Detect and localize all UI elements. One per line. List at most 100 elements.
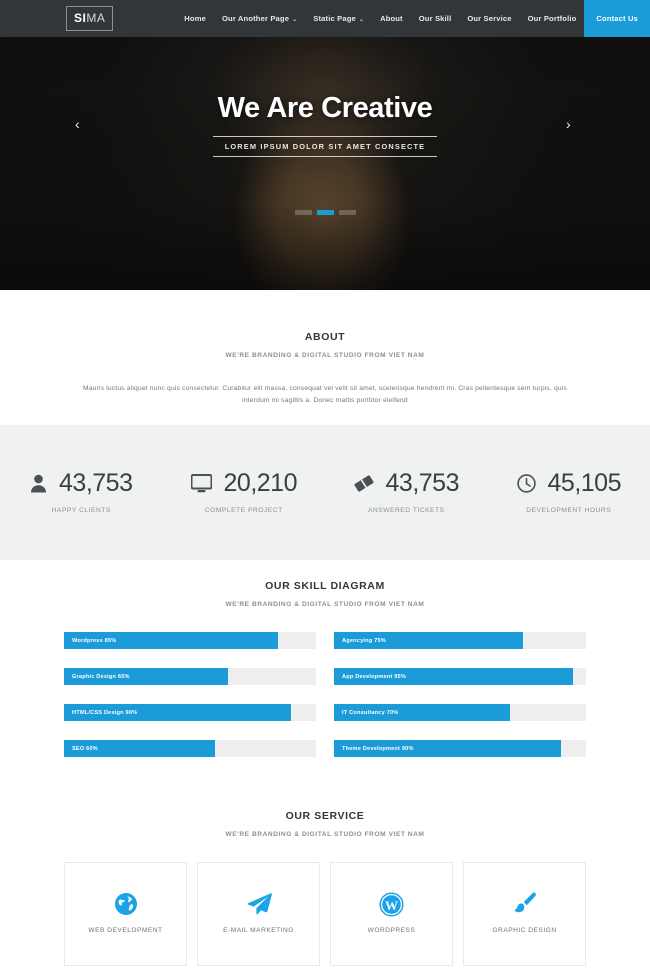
service-card-wordpress[interactable]: W WORDPRESS [330, 862, 453, 966]
skill-bar-fill: SEO 60% [64, 740, 216, 757]
slider-dot[interactable] [294, 210, 312, 215]
nav-item-about[interactable]: About [372, 0, 411, 37]
skill-bar-fill: Graphic Design 65% [64, 668, 228, 685]
about-paragraph: Mauris luctus aliquet nunc quis consecte… [83, 385, 567, 405]
hero-subtitle-wrap: LOREM IPSUM DOLOR SIT AMET CONSECTE [0, 136, 650, 157]
page-root: We Are Creative LOREM IPSUM DOLOR SIT AM… [0, 0, 650, 976]
svg-text:W: W [385, 898, 398, 913]
counter-row: 20,210 [190, 469, 298, 497]
wordpress-icon: W [379, 891, 404, 917]
nav-item-contact-us[interactable]: Contact Us [584, 0, 650, 37]
counter-row: 45,105 [516, 469, 622, 497]
chevron-down-icon: ⌄ [358, 17, 365, 23]
slider-prev-arrow-icon[interactable]: ‹ [75, 117, 80, 131]
skill-bar: Theme Development 90% [334, 740, 586, 757]
skills-section: OUR SKILL DIAGRAM WE'RE BRANDING & DIGIT… [0, 560, 650, 790]
slider-pagination [0, 210, 650, 215]
monitor-icon [190, 474, 212, 493]
skill-bar-label: Agencying 75% [342, 637, 386, 644]
service-label: WEB DEVELOPMENT [88, 927, 163, 934]
service-label: GRAPHIC DESIGN [492, 927, 557, 934]
about-section: ABOUT WE'RE BRANDING & DIGITAL STUDIO FR… [0, 290, 650, 425]
hero-title: We Are Creative [217, 92, 433, 124]
services-section: OUR SERVICE WE'RE BRANDING & DIGITAL STU… [0, 790, 650, 976]
user-icon [30, 474, 47, 493]
slider-next-arrow-icon[interactable]: › [566, 117, 571, 131]
services-subtitle: WE'RE BRANDING & DIGITAL STUDIO FROM VIE… [225, 831, 425, 838]
counter-answered-tickets: 43,753 ANSWERED TICKETS [325, 471, 488, 514]
counter-label: DEVELOPMENT HOURS [526, 507, 612, 514]
service-card-web-development[interactable]: WEB DEVELOPMENT [64, 862, 187, 966]
skill-bar: HTML/CSS Design 90% [64, 704, 316, 721]
skill-bar-label: App Development 95% [342, 673, 407, 680]
nav-label: Our Skill [418, 14, 452, 23]
hero-subtitle: LOREM IPSUM DOLOR SIT AMET CONSECTE [212, 136, 438, 157]
nav-label: Contact Us [596, 14, 638, 23]
nav-label: About [380, 14, 403, 23]
service-card-graphic-design[interactable]: GRAPHIC DESIGN [463, 862, 586, 966]
skill-bar-label: Theme Development 90% [342, 745, 414, 752]
skills-subtitle: WE'RE BRANDING & DIGITAL STUDIO FROM VIE… [225, 601, 425, 608]
logo[interactable]: SIMA [66, 6, 114, 31]
site-header: SIMA Home Our Another Page ⌄ Static Page… [0, 0, 650, 37]
nav-label: Our Service [467, 14, 512, 23]
services-grid: WEB DEVELOPMENT E-MAIL MARKETING W WORDP… [64, 862, 586, 966]
paper-plane-icon [246, 891, 272, 917]
skill-bar-label: Graphic Design 65% [72, 673, 130, 680]
skills-title: OUR SKILL DIAGRAM [265, 580, 385, 592]
paint-brush-icon [512, 891, 537, 917]
skill-bar-fill: Theme Development 90% [334, 740, 561, 757]
skill-bars-grid: Wordpress 85% Agencying 75% Graphic Desi… [64, 632, 586, 757]
counter-value: 43,753 [59, 469, 133, 497]
nav-item-home[interactable]: Home [176, 0, 214, 37]
globe-icon [114, 891, 138, 917]
nav-label: Our Portfolio [527, 14, 577, 23]
counter-value: 45,105 [547, 469, 622, 497]
nav-label: Static Page [313, 14, 356, 23]
counter-value: 20,210 [223, 469, 298, 497]
nav-item-static-page[interactable]: Static Page ⌄ [305, 0, 372, 37]
slider-dot-active[interactable] [316, 210, 334, 215]
counter-happy-clients: 43,753 HAPPY CLIENTS [0, 471, 163, 514]
skill-bar: IT Consultancy 70% [334, 704, 586, 721]
counter-label: HAPPY CLIENTS [51, 507, 111, 514]
counter-label: ANSWERED TICKETS [367, 507, 445, 514]
skill-bar-label: IT Consultancy 70% [342, 709, 399, 716]
nav-item-our-skill[interactable]: Our Skill [411, 0, 460, 37]
skill-bar-fill: IT Consultancy 70% [334, 704, 511, 721]
counter-complete-project: 20,210 COMPLETE PROJECT [163, 471, 326, 514]
hero-content: We Are Creative LOREM IPSUM DOLOR SIT AM… [0, 92, 650, 157]
logo-text-light: MA [86, 11, 106, 25]
slider-dot[interactable] [338, 210, 356, 215]
about-subtitle: WE'RE BRANDING & DIGITAL STUDIO FROM VIE… [225, 352, 425, 359]
about-title: ABOUT [304, 331, 346, 343]
skill-bar: App Development 95% [334, 668, 586, 685]
counters-section: 43,753 HAPPY CLIENTS 20,210 COMPLETE PRO… [0, 425, 650, 560]
clock-icon [516, 474, 536, 493]
ticket-icon [354, 474, 374, 493]
counter-development-hours: 45,105 DEVELOPMENT HOURS [488, 471, 650, 514]
counter-row: 43,753 [30, 469, 133, 497]
logo-text-bold: SI [74, 11, 87, 25]
skill-bar-label: HTML/CSS Design 90% [72, 709, 138, 716]
nav-item-our-another-page[interactable]: Our Another Page ⌄ [214, 0, 305, 37]
counter-value: 43,753 [385, 469, 460, 497]
nav-item-our-portfolio[interactable]: Our Portfolio [520, 0, 585, 37]
service-label: WORDPRESS [367, 927, 416, 934]
skill-bar: Graphic Design 65% [64, 668, 316, 685]
nav-label: Our Another Page [221, 14, 290, 23]
services-title: OUR SERVICE [285, 810, 365, 822]
skill-bar-fill: Agencying 75% [334, 632, 523, 649]
skill-bar: SEO 60% [64, 740, 316, 757]
nav-label: Home [184, 14, 206, 23]
skill-bar-label: Wordpress 85% [72, 637, 117, 644]
skill-bar-fill: App Development 95% [334, 668, 574, 685]
main-navigation: Home Our Another Page ⌄ Static Page ⌄ Ab… [176, 0, 650, 37]
skill-bar-fill: HTML/CSS Design 90% [64, 704, 291, 721]
nav-item-our-service[interactable]: Our Service [459, 0, 519, 37]
hero-slider: We Are Creative LOREM IPSUM DOLOR SIT AM… [0, 0, 650, 290]
service-card-email-marketing[interactable]: E-MAIL MARKETING [197, 862, 320, 966]
skill-bar-fill: Wordpress 85% [64, 632, 279, 649]
skill-bar: Agencying 75% [334, 632, 586, 649]
counter-label: COMPLETE PROJECT [204, 507, 283, 514]
